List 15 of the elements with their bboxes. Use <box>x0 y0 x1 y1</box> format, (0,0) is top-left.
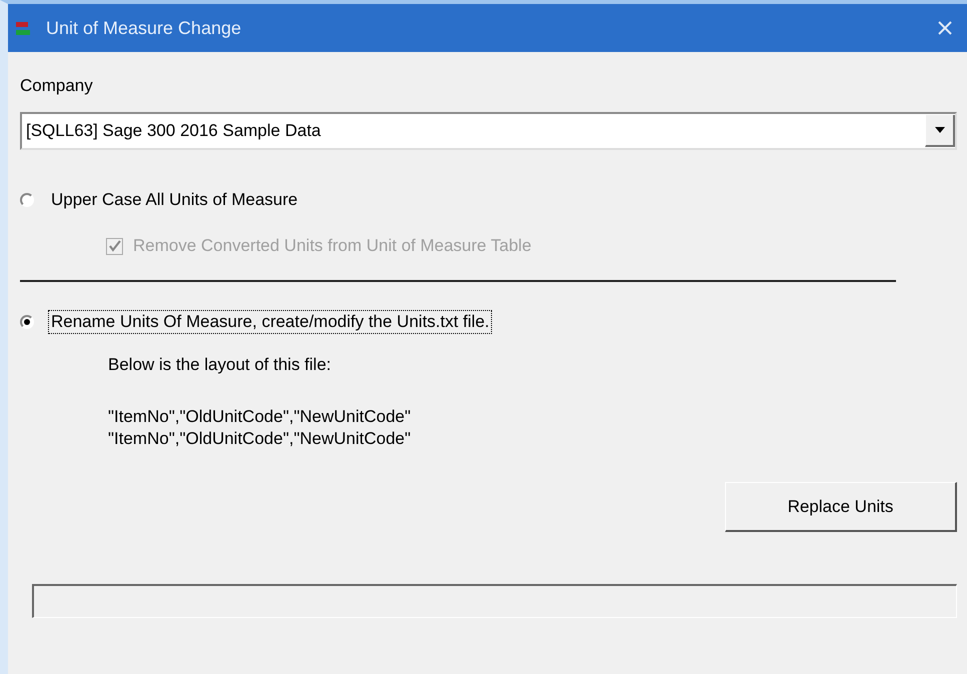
layout-text: Below is the layout of this file: <box>108 354 332 376</box>
radio-button[interactable] <box>20 193 34 207</box>
radio-label[interactable]: Rename Units Of Measure, create/modify the Units.txt file. <box>48 310 492 334</box>
company-dropdown[interactable]: [SQLL63] Sage 300 2016 Sample Data <box>20 112 957 150</box>
replace-units-button[interactable]: Replace Units <box>725 482 957 532</box>
app-icon <box>14 19 32 37</box>
window-title: Unit of Measure Change <box>46 18 242 38</box>
layout-text: "ItemNo","OldUnitCode","NewUnitCode" <box>108 406 412 428</box>
caret-icon <box>934 127 944 133</box>
radio-button[interactable] <box>20 315 34 329</box>
close-icon[interactable] <box>937 20 953 36</box>
layout-text: "ItemNo","OldUnitCode","NewUnitCode" <box>108 428 412 450</box>
dropdown-button[interactable] <box>925 115 955 147</box>
company-label: Company <box>20 76 94 97</box>
radio-label[interactable]: Upper Case All Units of Measure <box>48 188 301 212</box>
